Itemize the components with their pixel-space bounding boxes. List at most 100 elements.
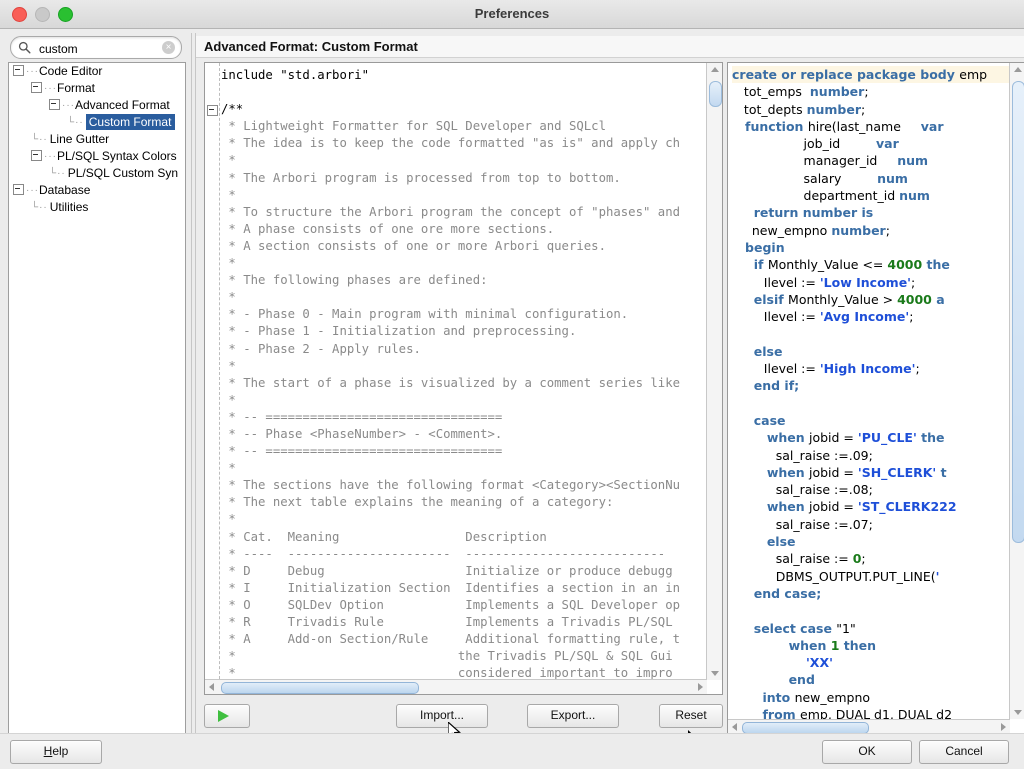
token-id: sal_raise := bbox=[732, 551, 853, 567]
export-button[interactable]: Export... bbox=[527, 704, 619, 728]
plsql-preview-text[interactable]: create or replace package body emp tot_e… bbox=[732, 66, 1024, 723]
code-line: * bbox=[221, 392, 236, 407]
token-kw: var bbox=[920, 118, 944, 134]
code-line: * bbox=[221, 256, 236, 271]
scroll-right-icon[interactable] bbox=[698, 683, 703, 691]
ok-button[interactable]: OK bbox=[822, 740, 912, 764]
tree-item-database[interactable]: ···Database bbox=[9, 182, 185, 199]
editor-gutter bbox=[205, 63, 220, 694]
token-st: 'SH_CLERK' bbox=[857, 464, 937, 480]
scroll-left-icon[interactable] bbox=[732, 723, 737, 731]
reset-button[interactable]: Reset bbox=[659, 704, 723, 728]
preview-line: end case; bbox=[732, 585, 1024, 602]
preview-line: select case "1" bbox=[732, 620, 1024, 637]
token-id: ; bbox=[885, 222, 890, 238]
arbori-program-text[interactable]: include "std.arbori" /** * Lightweight F… bbox=[221, 67, 722, 694]
code-line: * Cat. Meaning Description bbox=[221, 529, 547, 544]
tree-item-custom-format[interactable]: └·· Custom Format bbox=[9, 114, 185, 131]
clear-search-icon[interactable]: × bbox=[162, 41, 175, 54]
token-kw: begin bbox=[732, 239, 785, 255]
preferences-tree[interactable]: ···Code Editor ···Format ···Advanced Forma… bbox=[8, 62, 186, 734]
code-line: * The next table explains the meaning of… bbox=[221, 495, 614, 510]
tree-connector-icon: ··· bbox=[62, 100, 75, 112]
preview-line: sal_raise :=.09; bbox=[732, 447, 1024, 464]
run-button[interactable] bbox=[204, 704, 250, 728]
tree-connector-icon: ··· bbox=[44, 151, 57, 163]
token-kw: end case; bbox=[732, 585, 822, 601]
preview-line: 'XX' bbox=[732, 654, 1024, 671]
tree-item-utilities[interactable]: └·· Utilities bbox=[9, 199, 185, 216]
left-editor-vertical-scrollbar[interactable] bbox=[706, 63, 722, 680]
cancel-button[interactable]: Cancel bbox=[919, 740, 1009, 764]
token-st: 'PU_CLE' bbox=[857, 430, 917, 446]
dialog-footer: Help OK Cancel bbox=[0, 733, 1024, 769]
tree-expander-icon[interactable] bbox=[49, 99, 60, 111]
token-id: ; bbox=[864, 84, 869, 100]
token-kw: return number is bbox=[732, 205, 874, 221]
code-line: * the Trivadis PL/SQL & SQL Gui bbox=[221, 649, 673, 664]
preview-line: begin bbox=[732, 239, 1024, 256]
tree-item-advanced-format[interactable]: ···Advanced Format bbox=[9, 97, 185, 114]
tree-item-code-editor[interactable]: ···Code Editor bbox=[9, 63, 185, 80]
token-kw: create or replace package body bbox=[732, 67, 960, 82]
token-id: manager_id bbox=[732, 153, 898, 169]
help-button[interactable]: Help bbox=[10, 740, 102, 764]
code-line: * Lightweight Formatter for SQL Develope… bbox=[221, 119, 606, 134]
preview-line: create or replace package body emp bbox=[732, 66, 1024, 84]
format-preview-editor[interactable]: create or replace package body emp tot_e… bbox=[727, 62, 1024, 735]
tree-expander-icon[interactable] bbox=[13, 184, 24, 196]
right-editor-horizontal-scrollbar[interactable] bbox=[728, 719, 1010, 734]
token-kw: end bbox=[732, 672, 815, 688]
token-kw: var bbox=[876, 136, 899, 152]
code-line: * bbox=[221, 461, 236, 476]
arbori-program-editor[interactable]: include "std.arbori" /** * Lightweight F… bbox=[204, 62, 723, 695]
search-input[interactable] bbox=[37, 39, 163, 58]
tree-expander-icon[interactable] bbox=[31, 150, 42, 162]
token-nm: 4000 bbox=[897, 291, 932, 307]
search-icon bbox=[18, 41, 31, 54]
code-fold-icon[interactable] bbox=[207, 105, 218, 117]
preview-line: when jobid = 'ST_CLERK222 bbox=[732, 498, 1024, 515]
token-id: jobid = bbox=[809, 499, 858, 515]
token-st: 'High Income' bbox=[819, 361, 916, 377]
tree-expander-icon[interactable] bbox=[13, 65, 24, 77]
scroll-down-icon[interactable] bbox=[1014, 710, 1022, 715]
left-editor-horizontal-scrollbar[interactable] bbox=[205, 679, 707, 694]
search-box[interactable]: × bbox=[10, 36, 182, 59]
import-button[interactable]: Import... bbox=[396, 704, 488, 728]
scrollbar-thumb[interactable] bbox=[1012, 81, 1024, 543]
scroll-up-icon[interactable] bbox=[711, 67, 719, 72]
tree-connector-icon: └·· bbox=[67, 117, 84, 129]
token-kw: when bbox=[732, 430, 809, 446]
tree-item-label: Line Gutter bbox=[49, 132, 110, 146]
token-id: tot_depts bbox=[732, 101, 807, 117]
tree-item-line-gutter[interactable]: └·· Line Gutter bbox=[9, 131, 185, 148]
scroll-right-icon[interactable] bbox=[1001, 723, 1006, 731]
page-title: Advanced Format: Custom Format bbox=[196, 36, 1024, 58]
code-line: * A section consists of one or more Arbo… bbox=[221, 238, 606, 253]
token-id: sal_raise :=.07; bbox=[732, 516, 873, 532]
right-editor-vertical-scrollbar[interactable] bbox=[1009, 63, 1024, 719]
token-st: ' bbox=[935, 568, 940, 584]
tree-item-pl-sql-syntax-colors[interactable]: ···PL/SQL Syntax Colors bbox=[9, 148, 185, 165]
tree-item-label: PL/SQL Custom Syn bbox=[67, 166, 179, 180]
scroll-down-icon[interactable] bbox=[711, 671, 719, 676]
tree-item-pl-sql-custom-syn[interactable]: └·· PL/SQL Custom Syn bbox=[9, 165, 185, 182]
scroll-left-icon[interactable] bbox=[209, 683, 214, 691]
tree-item-format[interactable]: ···Format bbox=[9, 80, 185, 97]
play-icon bbox=[218, 710, 229, 722]
token-kw: number bbox=[831, 222, 886, 238]
scroll-up-icon[interactable] bbox=[1014, 67, 1022, 72]
preview-line: else bbox=[732, 343, 1024, 360]
sidebar-splitter[interactable] bbox=[191, 33, 196, 733]
token-kw: case bbox=[732, 412, 786, 428]
preview-line: end if; bbox=[732, 377, 1024, 394]
scrollbar-thumb[interactable] bbox=[709, 81, 722, 107]
scrollbar-thumb[interactable] bbox=[221, 682, 419, 694]
tree-expander-icon[interactable] bbox=[31, 82, 42, 94]
token-id: sal_raise :=.08; bbox=[732, 482, 873, 498]
token-kw: else bbox=[732, 534, 796, 550]
code-line: * D Debug Initialize or produce debugg bbox=[221, 563, 673, 578]
preview-line bbox=[732, 395, 1024, 412]
